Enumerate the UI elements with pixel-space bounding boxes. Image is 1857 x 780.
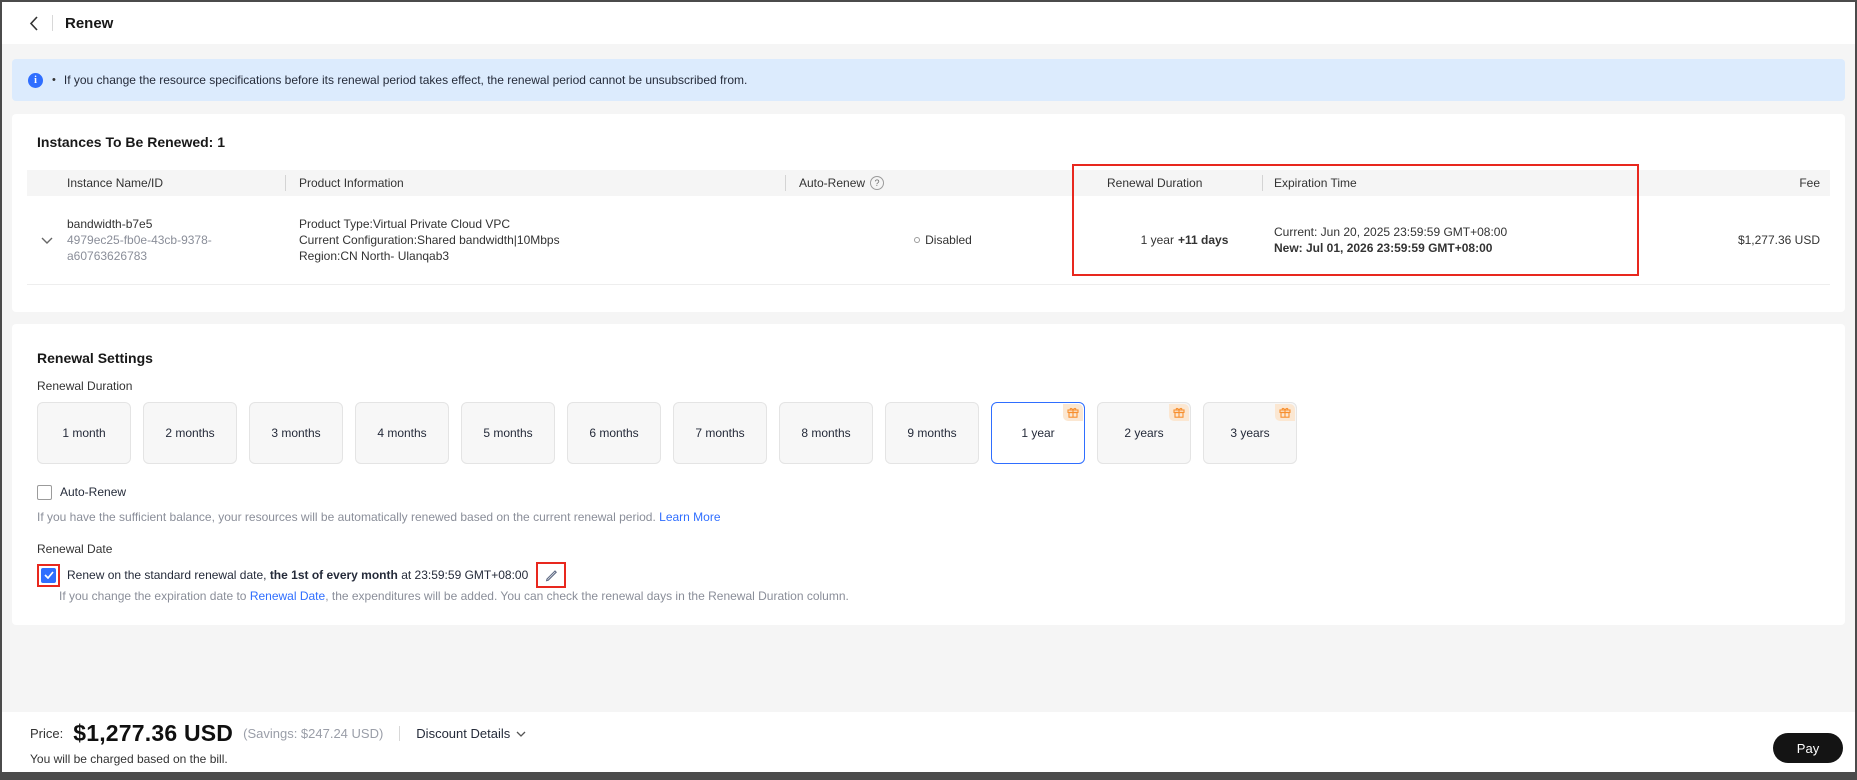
price-value: $1,277.36 USD [73,720,234,746]
renewal-date-checkbox[interactable] [41,567,56,583]
column-fee: Fee [1799,176,1820,190]
duration-option-8-months[interactable]: 8 months [779,402,873,464]
header-expander-cell [27,170,67,196]
auto-renew-hint: If you have the sufficient balance, your… [37,510,721,524]
column-divider [1262,175,1263,191]
auto-renew-label: Auto-Renew [60,485,127,499]
chevron-down-icon [41,237,53,244]
edit-pencil-icon[interactable] [540,566,562,584]
savings: (Savings: $247.24 USD) [243,726,384,741]
renewal-date-text: Renew on the standard renewal date, the … [67,568,529,582]
duration-option-1-year-selected[interactable]: 1 year [991,402,1085,464]
status-dot-icon [914,237,921,243]
duration-option-9-months[interactable]: 9 months [885,402,979,464]
fee-cell: $1,277.36 USD [1737,233,1820,247]
renewal-duration-extra: +11 days [1177,233,1229,247]
info-banner: i • If you change the resource specifica… [12,59,1845,101]
duration-option-1-month[interactable]: 1 month [37,402,131,464]
duration-option-2-years[interactable]: 2 years [1097,402,1191,464]
renewal-date-link[interactable]: Renewal Date [250,589,325,603]
column-divider [285,175,286,191]
instances-title: Instances To Be Renewed: 1 [37,134,226,150]
product-information-cell: Product Type:Virtual Private Cloud VPC C… [285,196,785,284]
duration-option-5-months[interactable]: 5 months [461,402,555,464]
renewal-date-option: Renew on the standard renewal date, the … [37,562,1820,588]
duration-option-3-years[interactable]: 3 years [1203,402,1297,464]
row-expand-button[interactable] [27,196,67,284]
renewal-date-label: Renewal Date [37,542,113,556]
highlight-box-checkbox [37,563,60,587]
info-icon: i [28,72,43,88]
duration-option-3-months[interactable]: 3 months [249,402,343,464]
renewal-settings-card: Renewal Settings Renewal Duration 1 mont… [12,324,1845,625]
product-type: Product Type:Virtual Private Cloud VPC [299,217,510,231]
pay-button[interactable]: Pay [1773,733,1843,763]
banner-bullet: • [52,74,56,86]
auto-renew-status: Disabled [925,233,972,247]
auto-renew-checkbox[interactable] [37,484,52,500]
duration-option-4-months[interactable]: 4 months [355,402,449,464]
learn-more-link[interactable]: Learn More [659,510,720,524]
region: Region:CN North- Ulanqab3 [299,249,450,263]
back-button[interactable] [24,14,42,32]
instances-table: Instance Name/ID Product Information Aut… [27,164,1830,285]
gift-icon [1275,404,1295,421]
column-divider [785,175,786,191]
header-divider [52,15,53,31]
duration-option-6-months[interactable]: 6 months [567,402,661,464]
column-auto-renew: Auto-Renew ? [785,170,1087,196]
gift-icon [1169,404,1189,421]
page-header: Renew [2,2,1855,44]
instance-id: 4979ec25-fb0e-43cb-9378-a60763626783 [67,233,212,263]
price-footer: Price: $1,277.36 USD (Savings: $247.24 U… [2,712,1855,772]
price-line: Price: $1,277.36 USD (Savings: $247.24 U… [30,720,1855,747]
auto-renew-option: Auto-Renew [37,483,1820,501]
chevron-down-icon [516,731,526,737]
expiration-time-cell: Current: Jun 20, 2025 23:59:59 GMT+08:00… [1262,196,1647,284]
duration-options: 1 month 2 months 3 months 4 months 5 mon… [37,402,1820,464]
renewal-duration-cell: 1 year +11 days [1087,196,1262,284]
duration-option-2-months[interactable]: 2 months [143,402,237,464]
renewal-settings-title: Renewal Settings [37,350,153,366]
discount-details-button[interactable]: Discount Details [416,726,526,741]
instances-card: Instances To Be Renewed: 1 Instance Name… [12,114,1845,312]
footer-divider [399,726,401,741]
banner-text: If you change the resource specification… [63,73,748,87]
help-icon[interactable]: ? [870,176,885,190]
duration-option-7-months[interactable]: 7 months [673,402,767,464]
column-instance-name: Instance Name/ID [67,176,164,190]
column-renewal-duration: Renewal Duration [1107,176,1203,190]
table-row: bandwidth-b7e5 4979ec25-fb0e-43cb-9378-a… [27,196,1830,285]
expiration-current: Current: Jun 20, 2025 23:59:59 GMT+08:00 [1274,225,1508,239]
column-product-information: Product Information [285,170,785,196]
current-configuration: Current Configuration:Shared bandwidth|1… [299,233,560,247]
billing-note: You will be charged based on the bill. [30,752,228,766]
chevron-left-icon [29,15,38,31]
auto-renew-cell: Disabled [785,196,1087,284]
column-expiration-time: Expiration Time [1262,170,1647,196]
instance-name-cell: bandwidth-b7e5 4979ec25-fb0e-43cb-9378-a… [67,196,285,284]
table-header-row: Instance Name/ID Product Information Aut… [27,170,1830,196]
renewal-duration-label: Renewal Duration [37,379,133,393]
main-content: i • If you change the resource specifica… [2,44,1855,712]
gift-icon [1063,404,1083,421]
highlight-box-edit [536,562,567,588]
check-icon [43,571,54,579]
expiration-new: New: Jul 01, 2026 23:59:59 GMT+08:00 [1274,241,1493,255]
renewal-duration-value: 1 year [1140,233,1174,247]
renewal-date-hint: If you change the expiration date to Ren… [59,589,849,603]
price-label: Price: [30,726,64,741]
renew-page: Renew i • If you change the resource spe… [0,0,1857,780]
instance-name: bandwidth-b7e5 [67,217,153,231]
page-title: Renew [65,14,114,32]
